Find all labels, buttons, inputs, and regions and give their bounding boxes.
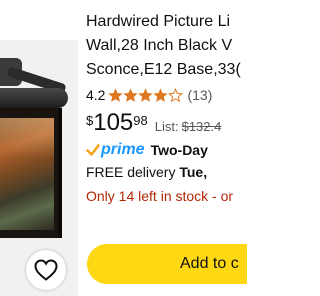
price-row: $ 105 98 List: $132.4 (86, 110, 247, 138)
price-currency-symbol: $ (86, 113, 94, 128)
rating-value: 4.2 (86, 87, 106, 103)
stock-status: Only 14 left in stock - or (86, 188, 234, 204)
star-full-icon (153, 87, 169, 102)
prime-speed: Two-Day (150, 142, 208, 158)
delivery-date: Tue, (179, 164, 208, 180)
price-fraction: 98 (133, 113, 148, 128)
star-full-icon (138, 87, 154, 102)
heart-outline-icon (34, 259, 58, 281)
prime-check-icon (86, 144, 100, 156)
rating-row[interactable]: 4.2 (13) (86, 85, 247, 105)
star-full-icon (108, 87, 124, 102)
delivery-text: FREE delivery (86, 164, 180, 180)
star-empty-icon (168, 87, 184, 102)
image-lamp-bar (0, 88, 68, 108)
product-title[interactable]: Hardwired Picture Li Wall,28 Inch Black … (86, 10, 247, 82)
prime-label: prime (101, 141, 145, 158)
product-title-line: Hardwired Picture Li (86, 13, 231, 30)
star-full-icon (123, 87, 139, 102)
list-price-label: List: (154, 119, 179, 134)
image-light-glow (0, 118, 54, 158)
delivery-info: FREE delivery Tue, (86, 164, 247, 184)
product-card[interactable]: Hardwired Picture Li Wall,28 Inch Black … (0, 0, 247, 296)
review-count: (13) (187, 87, 213, 103)
prime-badge: prime Two-Day (86, 140, 247, 160)
price-whole: 105 (93, 109, 134, 136)
product-title-line: Sconce,E12 Base,33( (86, 61, 241, 78)
star-rating (108, 87, 184, 103)
list-price: $132.4 (181, 119, 222, 134)
product-info: Hardwired Picture Li Wall,28 Inch Black … (86, 10, 247, 208)
add-to-cart-button[interactable]: Add to c (87, 244, 247, 284)
product-title-line: Wall,28 Inch Black V (86, 37, 233, 54)
favorite-button[interactable] (26, 250, 66, 290)
